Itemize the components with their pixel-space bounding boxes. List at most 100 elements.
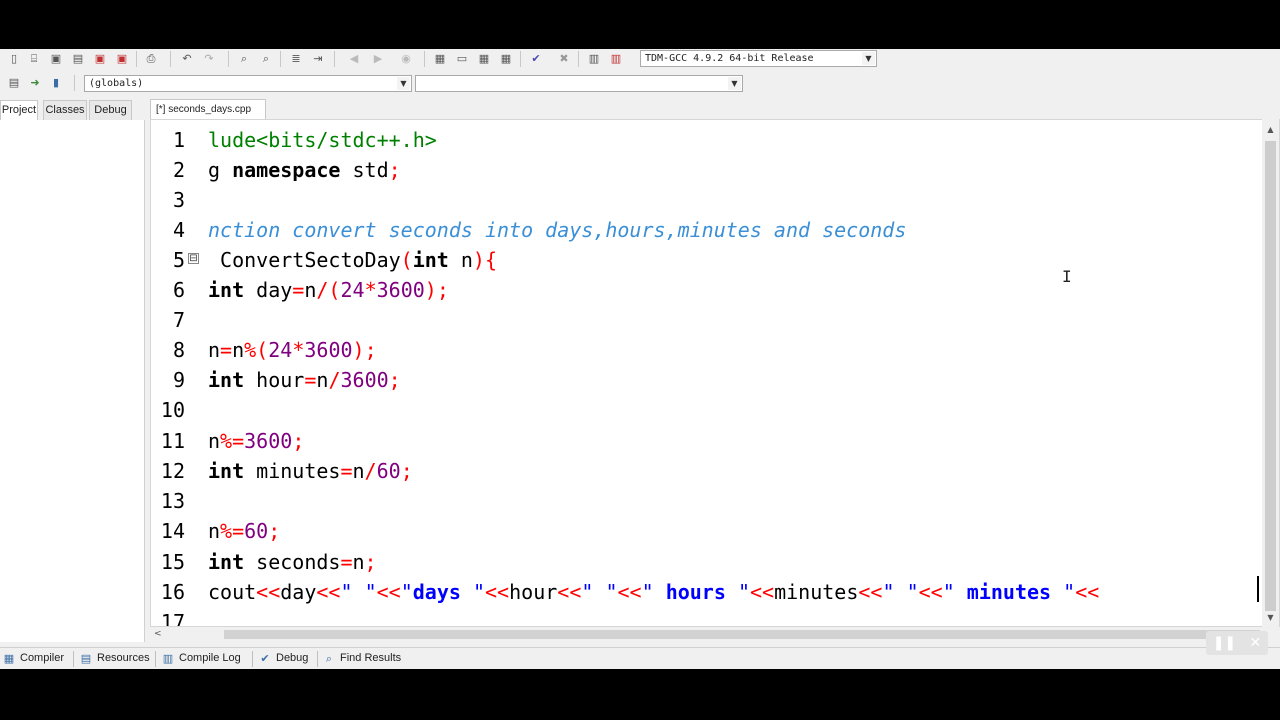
stop-icon[interactable]: ✖ <box>556 51 572 67</box>
compiler-select[interactable]: TDM-GCC 4.9.2 64-bit Release ▼ <box>640 50 877 67</box>
operator: << <box>858 580 883 604</box>
insert-icon[interactable]: ▤ <box>6 75 22 91</box>
close-all-icon[interactable]: ▣ <box>114 51 130 67</box>
keyword: namespace <box>232 158 341 182</box>
number: 24 <box>268 338 293 362</box>
tab-label: Debug <box>276 652 309 664</box>
scroll-left-icon[interactable]: < <box>154 627 162 641</box>
operator: << <box>750 580 775 604</box>
left-panel-tabs: Project Classes Debug <box>0 100 145 120</box>
string-literal: hours <box>665 580 726 604</box>
tab-find-results[interactable]: ⌕ Find Results <box>322 649 401 668</box>
tab-compiler[interactable]: ▦ Compiler <box>2 649 64 668</box>
operator: / <box>364 459 377 483</box>
function-name: ConvertSectoDay <box>208 248 401 272</box>
fold-toggle-icon[interactable]: ⊟ <box>188 253 199 264</box>
chart-icon: ▥ <box>162 651 174 665</box>
string-literal: " <box>460 580 486 604</box>
code-token: n <box>304 278 317 302</box>
new-file-icon[interactable]: ▯ <box>6 51 22 67</box>
operator: %= <box>220 429 245 453</box>
scope-select-value: (globals) <box>89 78 144 89</box>
forward-icon[interactable]: ▶ <box>370 51 386 67</box>
string-literal: " " <box>581 580 618 604</box>
line-number: 12 <box>160 459 185 483</box>
code-token: std <box>340 158 389 182</box>
video-player-controls[interactable]: ❚❚ ✕ <box>1206 631 1268 655</box>
scope-select[interactable]: (globals) ▼ <box>84 75 412 92</box>
tab-label: Compile Log <box>179 652 241 664</box>
string-literal: " <box>1051 580 1076 604</box>
operator: << <box>316 580 341 604</box>
code-line: n%=3600; <box>208 426 304 456</box>
operator: << <box>557 580 582 604</box>
line-number: 10 <box>160 398 185 422</box>
tab-seconds-days-cpp[interactable]: [*] seconds_days.cpp <box>150 99 266 119</box>
line-number: 8 <box>172 338 185 362</box>
operator: = <box>340 459 353 483</box>
code-token: n <box>316 368 329 392</box>
goto-line-icon[interactable]: ≣ <box>288 51 304 67</box>
tab-resources[interactable]: ▤ Resources <box>79 649 150 668</box>
string-literal: " " <box>882 580 919 604</box>
operator: %( <box>244 338 269 362</box>
vertical-scrollbar[interactable]: ▲ ▼ <box>1262 119 1279 627</box>
replace-icon[interactable]: ⌕ <box>258 51 274 67</box>
code-token: n <box>352 459 365 483</box>
open-file-icon[interactable]: ⌸ <box>26 51 42 67</box>
horizontal-scrollbar[interactable]: < <box>150 627 1262 641</box>
line-number-gutter: 1 2 3 4 5 6 7 8 9 10 11 12 13 14 15 16 1… <box>151 120 193 626</box>
save-all-icon[interactable]: ▤ <box>70 51 86 67</box>
goto-icon[interactable]: ➜ <box>27 75 43 91</box>
back-icon[interactable]: ◀ <box>346 51 362 67</box>
run-icon[interactable]: ▭ <box>454 51 470 67</box>
tab-debug[interactable]: Debug <box>89 100 132 120</box>
close-file-icon[interactable]: ▣ <box>92 51 108 67</box>
tab-project[interactable]: Project <box>0 100 38 120</box>
close-icon[interactable]: ✕ <box>1250 635 1262 651</box>
compile-icon[interactable]: ▦ <box>432 51 448 67</box>
string-literal: " " <box>340 580 377 604</box>
redo-icon[interactable]: ↷ <box>201 51 217 67</box>
syntax-check-icon[interactable]: ✔ <box>528 51 544 67</box>
keyword: int <box>208 368 245 392</box>
operator: %= <box>220 519 245 543</box>
number: 3600 <box>340 368 389 392</box>
scroll-down-icon[interactable]: ▼ <box>1262 611 1279 625</box>
class-toolbar: ▤ ➜ ▮ (globals) ▼ ▼ <box>0 73 1280 95</box>
number: 3600 <box>244 429 293 453</box>
string-literal: days <box>412 580 461 604</box>
keyword: int <box>208 278 245 302</box>
horizontal-scroll-thumb[interactable] <box>224 630 1260 639</box>
save-icon[interactable]: ▣ <box>48 51 64 67</box>
tab-compile-log[interactable]: ▥ Compile Log <box>161 649 241 668</box>
tab-classes[interactable]: Classes <box>43 100 87 120</box>
operator: * <box>292 338 305 362</box>
delete-profile-icon[interactable]: ▥ <box>608 51 624 67</box>
string-literal: " <box>725 580 750 604</box>
code-token: seconds <box>244 550 341 574</box>
vertical-scroll-thumb[interactable] <box>1265 141 1276 611</box>
undo-icon[interactable]: ↶ <box>179 51 195 67</box>
code-token: minutes <box>774 580 859 604</box>
print-icon[interactable]: ⎙ <box>143 51 159 67</box>
toggle-bookmark-icon[interactable]: ◉ <box>398 51 414 67</box>
rebuild-all-icon[interactable]: ▦ <box>498 51 514 67</box>
tab-label: Compiler <box>20 652 65 664</box>
code-token: n <box>232 338 245 362</box>
pause-icon[interactable]: ❚❚ <box>1213 635 1236 651</box>
project-panel[interactable] <box>0 120 145 642</box>
code-line: int hour=n/3600; <box>208 365 401 395</box>
compile-run-icon[interactable]: ▦ <box>476 51 492 67</box>
operator: ; <box>388 368 401 392</box>
profile-icon[interactable]: ▥ <box>586 51 602 67</box>
tab-debug-output[interactable]: ✔ Debug <box>258 649 308 668</box>
indent-icon[interactable]: ⇥ <box>310 51 326 67</box>
scroll-up-icon[interactable]: ▲ <box>1262 123 1279 137</box>
function-select[interactable]: ▼ <box>415 75 743 92</box>
line-number: 3 <box>172 188 185 212</box>
find-icon[interactable]: ⌕ <box>236 51 252 67</box>
include-directive: lude<bits/stdc++.h> <box>208 128 437 152</box>
bookmark-icon[interactable]: ▮ <box>48 75 64 91</box>
code-editor[interactable]: 1 2 3 4 5 6 7 8 9 10 11 12 13 14 15 16 1… <box>150 119 1280 627</box>
